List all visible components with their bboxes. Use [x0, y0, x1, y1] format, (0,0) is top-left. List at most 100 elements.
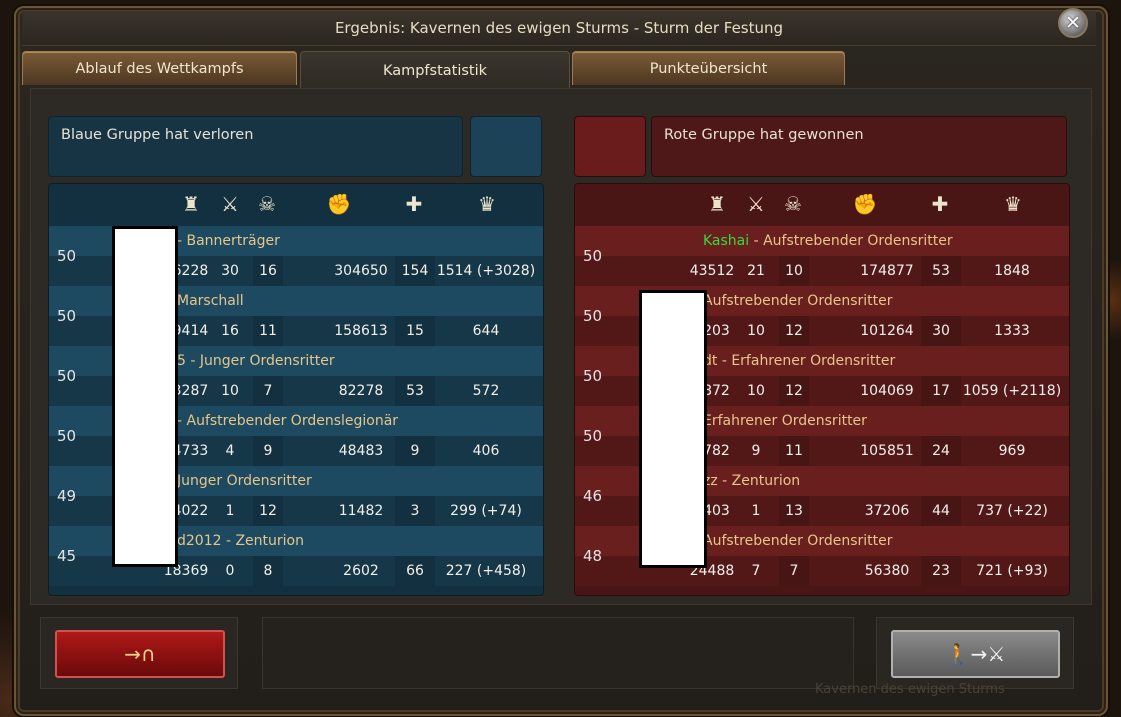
player-name: - Aufstrebender Ordenslegionär — [177, 406, 398, 436]
player-level: 50 — [57, 247, 77, 265]
stat-cell-c3: 13 — [779, 496, 809, 526]
player-name: Kashai - Aufstrebender Ordensritter — [703, 226, 953, 256]
table-row[interactable]: 50 Kashai - Aufstrebender Ordensritter 435… — [575, 226, 1069, 286]
message-area — [262, 617, 854, 689]
stat-cell-c3: 11 — [779, 436, 809, 466]
player-title: Erfahrener Ordensritter — [703, 413, 867, 429]
stat-cell-c6: 572 — [472, 383, 500, 399]
player-name: dt - Erfahrener Ordensritter — [703, 346, 895, 376]
player-name: Marschall — [177, 286, 244, 316]
person-arrow-swords-icon: 🚶→⚔ — [945, 642, 1006, 666]
stat-cell-c5: 44 — [921, 496, 961, 526]
stat-cell-c2: 1 — [225, 503, 235, 519]
player-name: Erfahrener Ordensritter — [703, 406, 867, 436]
stat-cell-c6: 721 (+93) — [976, 563, 1048, 579]
tab-punkteuebersicht[interactable]: Punkteübersicht — [572, 51, 845, 85]
player-title: 5 - Junger Ordensritter — [177, 353, 335, 369]
fist-icon: ✊ — [852, 192, 878, 216]
player-name: Junger Ordensritter — [177, 466, 312, 496]
stat-cell-c3: 8 — [253, 556, 283, 586]
table-header: ♜ ⚔ ☠ ✊ ✚ ♛ — [49, 184, 543, 226]
player-title: dt - Erfahrener Ordensritter — [703, 353, 896, 369]
stat-cell-c3: 16 — [253, 256, 283, 286]
player-title: - Aufstrebender Ordensritter — [749, 233, 953, 249]
player-level: 49 — [57, 487, 77, 505]
stat-cell-c2: 1 — [751, 503, 761, 519]
swords-icon: ⚔ — [221, 192, 239, 216]
stat-cell-c5: 17 — [921, 376, 961, 406]
stat-cell-c5: 15 — [395, 316, 435, 346]
background-text: Kavernen des ewigen Sturms — [815, 682, 1005, 697]
player-title: zz - Zenturion — [703, 473, 801, 489]
player-level: 50 — [583, 247, 603, 265]
stat-cell-c5: 53 — [395, 376, 435, 406]
tower-icon: ♜ — [182, 192, 200, 216]
stat-cell-c1: 43512 — [689, 263, 735, 279]
skull-icon: ☠ — [784, 192, 802, 216]
leave-battle-button[interactable]: →∩ — [55, 630, 225, 678]
stat-cell-c5: 154 — [395, 256, 435, 286]
stat-cell-c5: 9 — [395, 436, 435, 466]
player-title: - Bannerträger — [177, 233, 280, 249]
player-level: 50 — [57, 427, 77, 445]
player-level: 50 — [57, 367, 77, 385]
red-color-swatch — [574, 116, 646, 177]
stat-cell-c2: 7 — [751, 563, 761, 579]
close-button[interactable]: ✕ — [1058, 8, 1088, 38]
stat-cell-c3: 10 — [779, 256, 809, 286]
stat-cell-c6: 737 (+22) — [976, 503, 1048, 519]
stat-cell-c2: 10 — [747, 323, 765, 339]
tab-kampfstatistik[interactable]: Kampfstatistik — [300, 51, 570, 89]
player-level: 48 — [583, 547, 603, 565]
stat-cell-c2: 16 — [221, 323, 239, 339]
stat-cell-c6: 969 — [998, 443, 1026, 459]
blue-status: Blaue Gruppe hat verloren — [48, 116, 463, 177]
tower-icon: ♜ — [708, 192, 726, 216]
stat-cell-c5: 30 — [921, 316, 961, 346]
stat-cell-c6: 1059 (+2118) — [962, 383, 1062, 399]
stat-cell-c5: 3 — [395, 496, 435, 526]
tab-ablauf[interactable]: Ablauf des Wettkampfs — [22, 51, 297, 85]
player-name: zz - Zenturion — [703, 466, 800, 496]
player-title: Junger Ordensritter — [177, 473, 312, 489]
player-level: 50 — [57, 307, 77, 325]
red-status: Rote Gruppe hat gewonnen — [651, 116, 1067, 177]
stat-cell-c2: 10 — [747, 383, 765, 399]
stat-cell-c6: 1848 — [994, 263, 1030, 279]
player-name: Aufstrebender Ordensritter — [703, 526, 893, 556]
stat-cell-c3: 12 — [253, 496, 283, 526]
stat-cell-c2: 21 — [747, 263, 765, 279]
stat-cell-c3: 12 — [779, 376, 809, 406]
stat-cell-c2: 10 — [221, 383, 239, 399]
crown-icon: ♛ — [478, 192, 496, 216]
player-name: - Bannerträger — [177, 226, 280, 256]
plus-icon: ✚ — [405, 192, 423, 216]
window-title: Ergebnis: Kavernen des ewigen Sturms - S… — [22, 11, 1096, 46]
player-title: Marschall — [177, 293, 244, 309]
player-level: 50 — [583, 427, 603, 445]
player-highlight-name: Kashai — [703, 233, 750, 249]
player-level: 46 — [583, 487, 603, 505]
blue-status-text: Blaue Gruppe hat verloren — [61, 127, 254, 143]
stat-cell-c2: 0 — [225, 563, 235, 579]
plus-icon: ✚ — [931, 192, 949, 216]
player-level: 50 — [583, 367, 603, 385]
stat-cell-c2: 4 — [225, 443, 235, 459]
stat-cell-c2: 9 — [751, 443, 761, 459]
stat-cell-c6: 406 — [472, 443, 500, 459]
crown-icon: ♛ — [1004, 192, 1022, 216]
close-icon: ✕ — [1065, 12, 1081, 34]
player-level: 50 — [583, 307, 603, 325]
return-to-battle-button[interactable]: 🚶→⚔ — [891, 630, 1060, 678]
stat-cell-c5: 23 — [921, 556, 961, 586]
blue-color-swatch — [470, 116, 542, 177]
stat-cell-c5: 53 — [921, 256, 961, 286]
player-title: Aufstrebender Ordensritter — [703, 293, 893, 309]
player-level: 45 — [57, 547, 77, 565]
stat-cell-c5: 66 — [395, 556, 435, 586]
stat-cell-c3: 12 — [779, 316, 809, 346]
stat-cell-c3: 9 — [253, 436, 283, 466]
player-title: - Aufstrebender Ordenslegionär — [177, 413, 399, 429]
table-header: ♜ ⚔ ☠ ✊ ✚ ♛ — [575, 184, 1069, 226]
player-name: d2012 - Zenturion — [177, 526, 304, 556]
